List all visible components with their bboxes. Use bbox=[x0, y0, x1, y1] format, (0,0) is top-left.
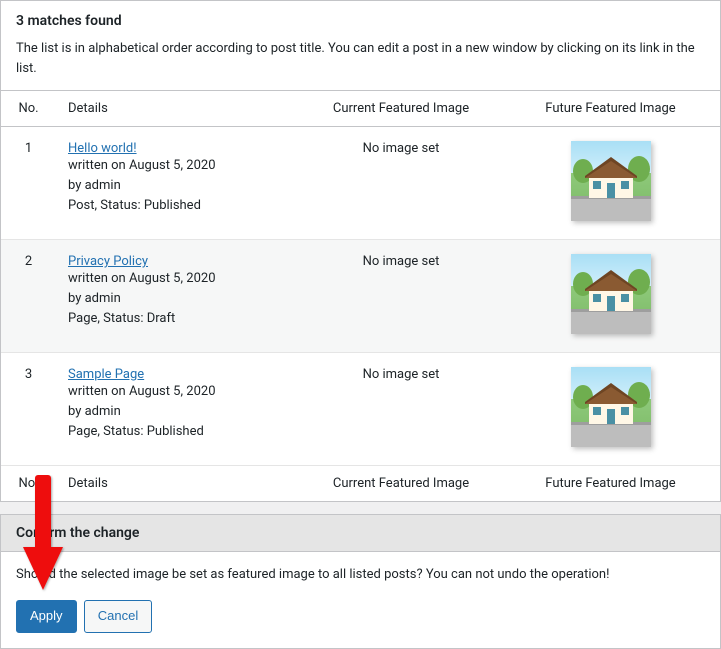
confirm-heading: Confirm the change bbox=[1, 515, 720, 552]
row-by: by admin bbox=[68, 289, 289, 309]
cancel-button[interactable]: Cancel bbox=[84, 600, 152, 633]
confirm-text: Should the selected image be set as feat… bbox=[16, 567, 705, 582]
confirm-box: Confirm the change Should the selected i… bbox=[0, 514, 721, 649]
current-image: No image set bbox=[301, 240, 501, 353]
col-footer-future: Future Featured Image bbox=[501, 466, 720, 502]
table-row: 2 Privacy Policy written on August 5, 20… bbox=[1, 240, 720, 353]
house-thumbnail-icon bbox=[571, 367, 651, 447]
row-written: written on August 5, 2020 bbox=[68, 156, 289, 176]
col-header-no: No. bbox=[1, 91, 56, 127]
row-meta: Page, Status: Published bbox=[68, 422, 289, 442]
row-meta: Post, Status: Published bbox=[68, 196, 289, 216]
future-image bbox=[501, 127, 720, 240]
table-row: 3 Sample Page written on August 5, 2020 … bbox=[1, 353, 720, 466]
matches-box: 3 matches found The list is in alphabeti… bbox=[0, 0, 721, 502]
house-thumbnail-icon bbox=[571, 141, 651, 221]
col-header-details: Details bbox=[56, 91, 301, 127]
col-footer-details: Details bbox=[56, 466, 301, 502]
row-by: by admin bbox=[68, 176, 289, 196]
row-written: written on August 5, 2020 bbox=[68, 382, 289, 402]
post-link[interactable]: Privacy Policy bbox=[68, 254, 148, 269]
row-no: 2 bbox=[1, 240, 56, 353]
post-link[interactable]: Sample Page bbox=[68, 367, 144, 382]
row-no: 1 bbox=[1, 127, 56, 240]
matches-description: The list is in alphabetical order accord… bbox=[16, 39, 705, 78]
current-image: No image set bbox=[301, 127, 501, 240]
current-image: No image set bbox=[301, 353, 501, 466]
post-link[interactable]: Hello world! bbox=[68, 141, 137, 156]
matches-table: No. Details Current Featured Image Futur… bbox=[1, 90, 720, 501]
house-thumbnail-icon bbox=[571, 254, 651, 334]
apply-button[interactable]: Apply bbox=[16, 600, 77, 633]
future-image bbox=[501, 353, 720, 466]
col-footer-current: Current Featured Image bbox=[301, 466, 501, 502]
row-written: written on August 5, 2020 bbox=[68, 269, 289, 289]
matches-heading: 3 matches found bbox=[16, 13, 705, 29]
col-header-current: Current Featured Image bbox=[301, 91, 501, 127]
col-footer-no: No. bbox=[1, 466, 56, 502]
row-meta: Page, Status: Draft bbox=[68, 309, 289, 329]
future-image bbox=[501, 240, 720, 353]
table-row: 1 Hello world! written on August 5, 2020… bbox=[1, 127, 720, 240]
row-no: 3 bbox=[1, 353, 56, 466]
row-by: by admin bbox=[68, 402, 289, 422]
col-header-future: Future Featured Image bbox=[501, 91, 720, 127]
